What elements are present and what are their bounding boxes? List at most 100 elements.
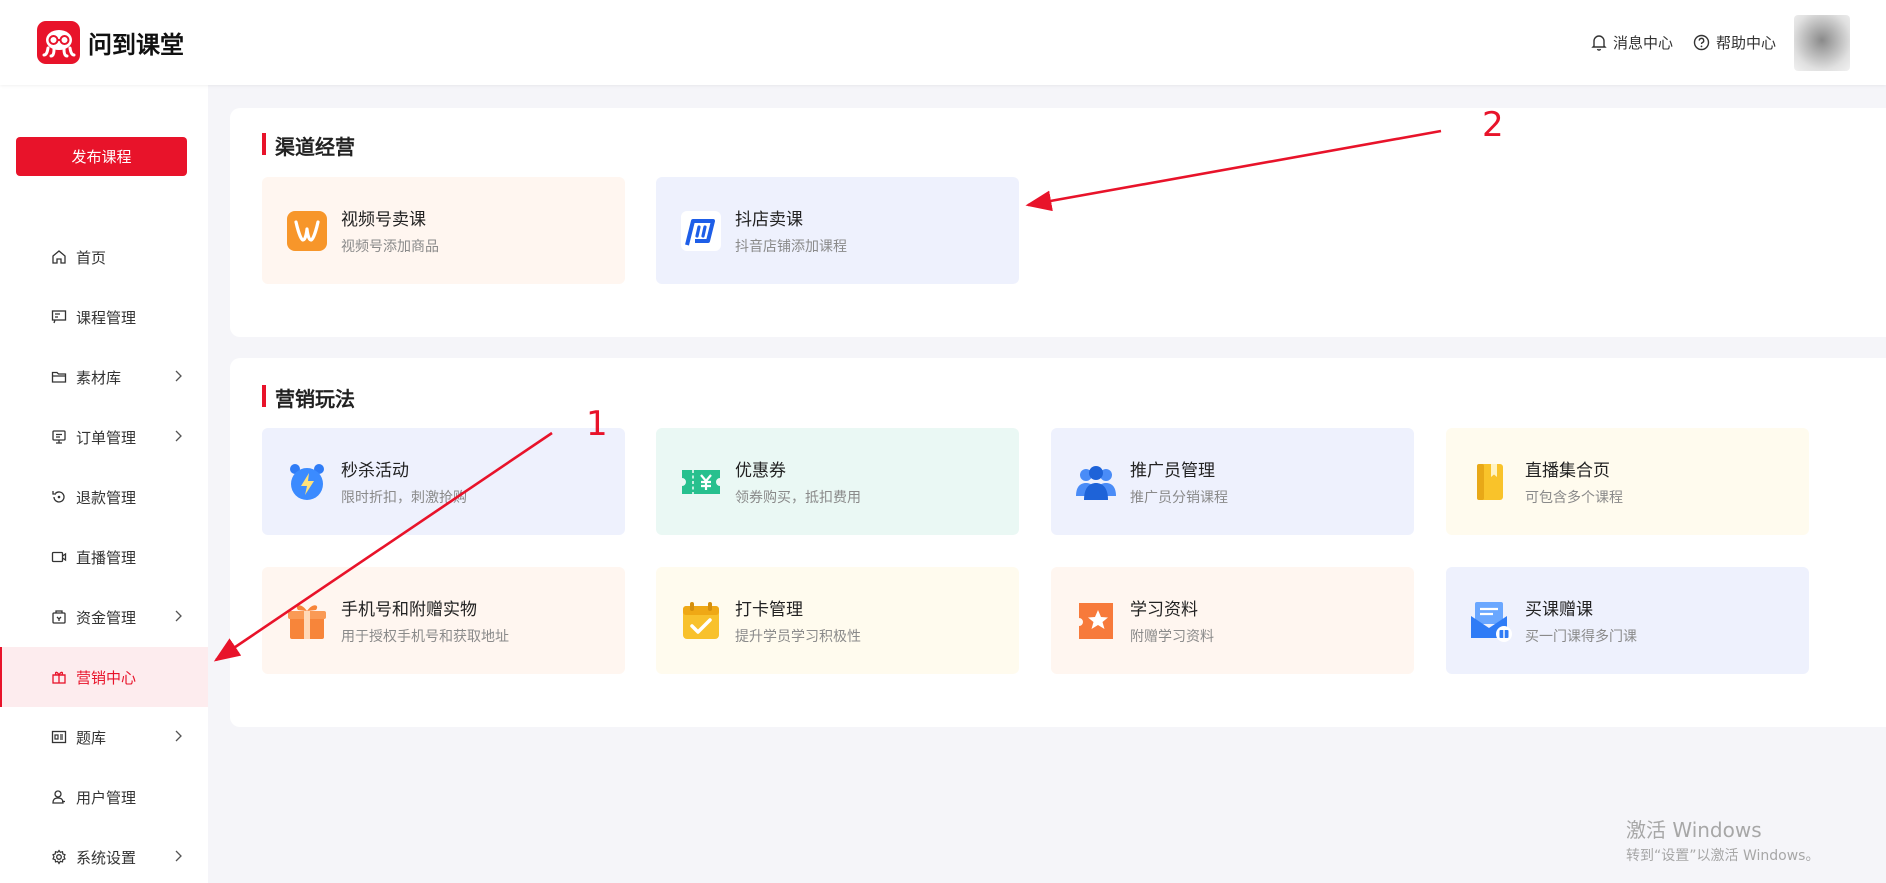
card-title: 优惠券: [735, 461, 786, 481]
card-title: 直播集合页: [1525, 461, 1610, 481]
card-study-materials[interactable]: 学习资料 附赠学习资料: [1051, 567, 1414, 674]
gear-icon: [52, 849, 66, 865]
video-icon: [51, 551, 67, 563]
sidebar-item-label: 营销中心: [76, 668, 137, 687]
sidebar-item-marketing[interactable]: 营销中心: [0, 647, 208, 707]
wechat-channels-icon: [287, 210, 327, 251]
section-title-marketing: 营销玩法: [262, 383, 355, 412]
gift-box-icon: [288, 604, 326, 639]
card-title: 视频号卖课: [341, 210, 426, 230]
brand-name: 问到课堂: [88, 31, 184, 59]
chevron-right-icon: [175, 430, 182, 442]
card-title: 抖店卖课: [735, 210, 803, 230]
refund-icon: [52, 491, 65, 503]
marketing-play-panel: 营销玩法 秒杀活动 限时折扣，刺激抢购 优惠券 领券购买，抵扣费用 推广员管理 …: [230, 358, 1886, 727]
chevron-right-icon: [175, 370, 182, 382]
card-title: 推广员管理: [1130, 461, 1215, 481]
course-icon: [51, 310, 67, 324]
wallet-icon: [52, 610, 66, 624]
sidebar-item-settings[interactable]: 系统设置: [0, 827, 208, 883]
card-desc: 推广员分销课程: [1130, 490, 1228, 506]
chevron-right-icon: [175, 610, 182, 622]
douyin-store-icon: [681, 210, 721, 251]
section-title-channel: 渠道经营: [262, 131, 355, 160]
sidebar-item-label: 退款管理: [76, 488, 137, 507]
card-title: 买课赠课: [1525, 600, 1593, 620]
gift-icon: [52, 671, 66, 684]
annotation-label-2: 2: [1482, 105, 1504, 145]
sidebar: 发布课程 首页 课程管理 素材库 订单管理 退款管理 直播管理 资金管理 营销中…: [0, 85, 208, 883]
sidebar-item-label: 首页: [76, 248, 107, 267]
sidebar-item-users[interactable]: 用户管理: [0, 767, 208, 827]
card-coupon[interactable]: 优惠券 领券购买，抵扣费用: [656, 428, 1019, 535]
star-ticket-icon: [1079, 602, 1113, 639]
message-center-link[interactable]: 消息中心: [1591, 32, 1673, 53]
card-desc: 提升学员学习积极性: [735, 629, 861, 645]
sidebar-item-label: 课程管理: [76, 308, 137, 327]
mail-gift-icon: [1471, 601, 1512, 642]
card-live-collection[interactable]: 直播集合页 可包含多个课程: [1446, 428, 1809, 535]
card-wechat-channels-sell[interactable]: 视频号卖课 视频号添加商品: [262, 177, 625, 284]
card-buy-course-gift-course[interactable]: 买课赠课 买一门课得多门课: [1446, 567, 1809, 674]
alarm-clock-icon: [290, 463, 324, 500]
bell-icon: [1591, 35, 1607, 51]
sidebar-item-refunds[interactable]: 退款管理: [0, 467, 208, 527]
sidebar-item-label: 题库: [76, 728, 107, 747]
sidebar-item-label: 资金管理: [76, 608, 137, 627]
sidebar-item-orders[interactable]: 订单管理: [0, 407, 208, 467]
annotation-label-1: 1: [586, 404, 608, 444]
card-check-in-management[interactable]: 打卡管理 提升学员学习积极性: [656, 567, 1019, 674]
card-desc: 抖音店铺添加课程: [735, 239, 847, 255]
card-title: 手机号和附赠实物: [341, 600, 477, 620]
chevron-right-icon: [175, 730, 182, 742]
brand-logo[interactable]: 问到课堂: [37, 21, 184, 64]
user-icon: [52, 790, 65, 804]
card-title: 秒杀活动: [341, 461, 409, 481]
sidebar-item-label: 直播管理: [76, 548, 137, 567]
octopus-logo-icon: [37, 21, 80, 64]
chevron-right-icon: [175, 850, 182, 862]
sidebar-item-materials[interactable]: 素材库: [0, 347, 208, 407]
sidebar-item-label: 订单管理: [76, 428, 137, 447]
users-group-icon: [1076, 465, 1116, 500]
sidebar-item-label: 素材库: [76, 368, 122, 387]
home-icon: [52, 250, 66, 264]
help-center-link[interactable]: 帮助中心: [1693, 32, 1776, 53]
calendar-check-icon: [683, 601, 719, 639]
sidebar-item-live[interactable]: 直播管理: [0, 527, 208, 587]
sidebar-item-label: 用户管理: [76, 788, 137, 807]
card-desc: 视频号添加商品: [341, 239, 439, 255]
card-douyin-store-sell[interactable]: 抖店卖课 抖音店铺添加课程: [656, 177, 1019, 284]
windows-activation-watermark: 激活 Windows 转到“设置”以激活 Windows。: [1626, 814, 1819, 865]
card-desc: 附赠学习资料: [1130, 629, 1214, 645]
sidebar-item-funds[interactable]: 资金管理: [0, 587, 208, 647]
card-desc: 可包含多个课程: [1525, 490, 1623, 506]
help-circle-icon: [1693, 34, 1710, 51]
help-center-label: 帮助中心: [1715, 34, 1776, 52]
channel-operations-panel: 渠道经营 视频号卖课 视频号添加商品 抖店卖课 抖音店铺添加课程: [230, 108, 1886, 337]
card-flash-sale[interactable]: 秒杀活动 限时折扣，刺激抢购: [262, 428, 625, 535]
card-desc: 限时折扣，刺激抢购: [341, 490, 467, 506]
sidebar-item-home[interactable]: 首页: [0, 227, 208, 287]
sidebar-item-courses[interactable]: 课程管理: [0, 287, 208, 347]
bookmark-book-icon: [1477, 463, 1503, 500]
top-header: 问到课堂 消息中心 帮助中心: [0, 0, 1886, 85]
message-center-label: 消息中心: [1612, 34, 1673, 52]
card-promoter-management[interactable]: 推广员管理 推广员分销课程: [1051, 428, 1414, 535]
card-desc: 用于授权手机号和获取地址: [341, 629, 509, 645]
card-desc: 领券购买，抵扣费用: [735, 490, 861, 506]
folder-icon: [51, 371, 67, 383]
watermark-line1: 激活 Windows: [1626, 818, 1762, 842]
sidebar-nav: 首页 课程管理 素材库 订单管理 退款管理 直播管理 资金管理 营销中心 题库 …: [0, 227, 208, 883]
sidebar-item-question-bank[interactable]: 题库: [0, 707, 208, 767]
sidebar-item-label: 系统设置: [76, 848, 137, 867]
order-icon: [52, 430, 66, 444]
card-desc: 买一门课得多门课: [1525, 629, 1637, 645]
coupon-icon: [682, 469, 720, 494]
publish-course-button[interactable]: 发布课程: [16, 137, 187, 176]
user-avatar[interactable]: [1794, 14, 1850, 71]
card-phone-and-gift[interactable]: 手机号和附赠实物 用于授权手机号和获取地址: [262, 567, 625, 674]
card-title: 打卡管理: [735, 600, 803, 620]
watermark-line2: 转到“设置”以激活 Windows。: [1626, 848, 1820, 864]
question-bank-icon: [51, 730, 67, 744]
